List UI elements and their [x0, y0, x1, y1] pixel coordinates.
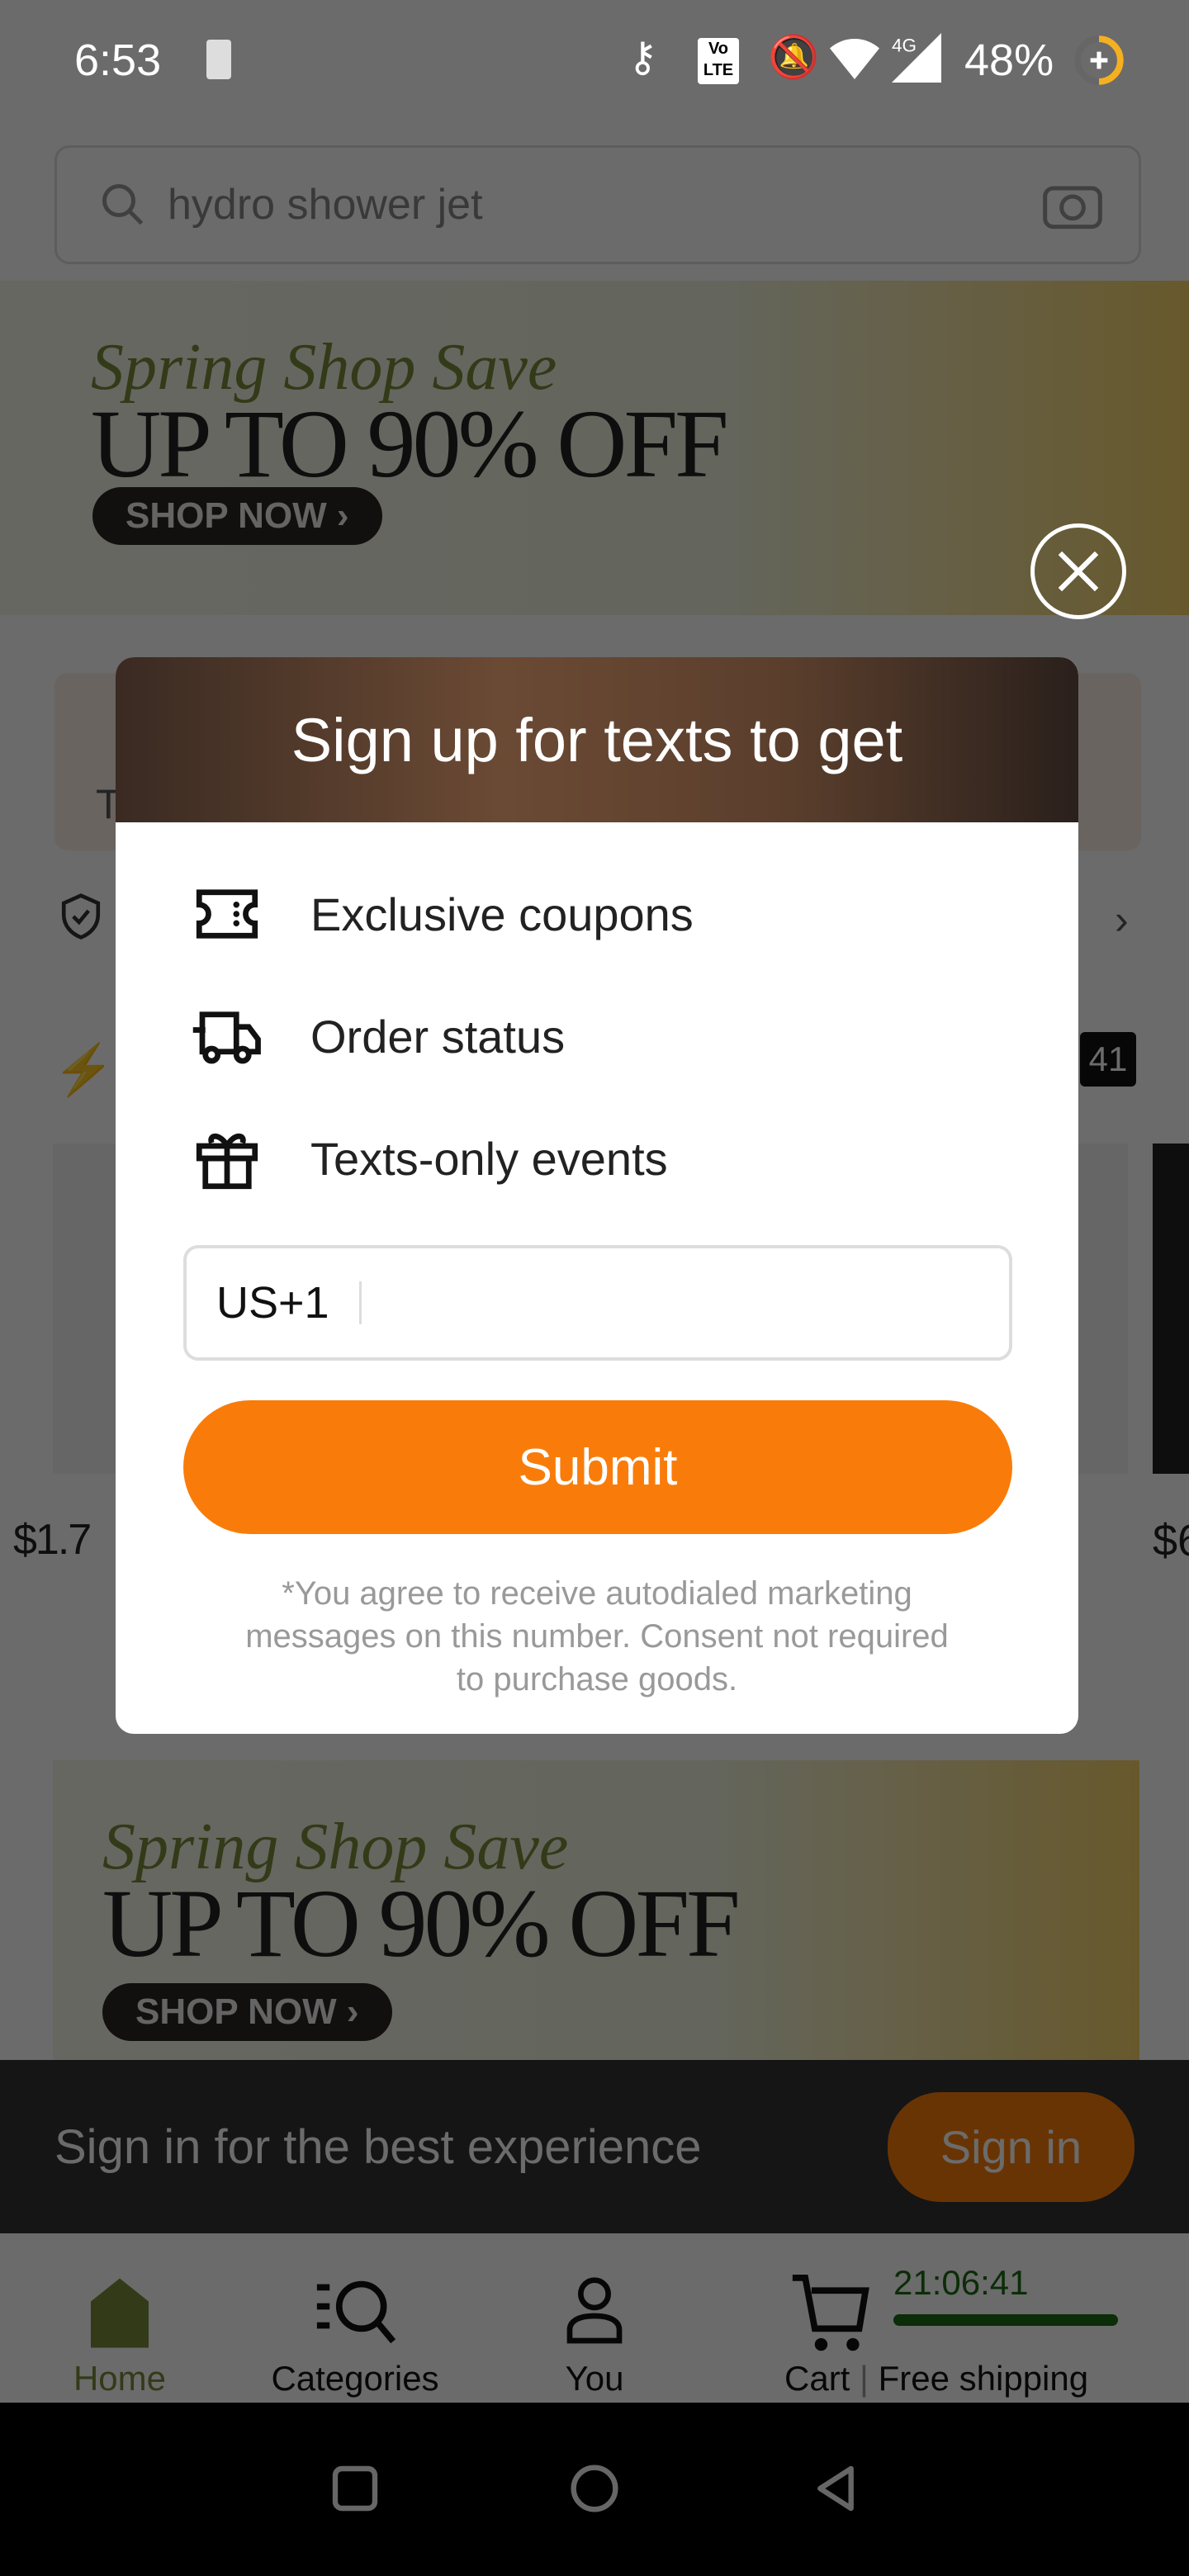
coupon-icon: [196, 889, 258, 939]
shield-icon: [58, 892, 104, 945]
bell-off-icon: 🔕: [768, 34, 820, 80]
banner-headline: UP TO 90% OFF: [91, 390, 729, 498]
shipping-timer: 21:06:41: [893, 2263, 1029, 2302]
nav-you[interactable]: You: [528, 2233, 661, 2398]
product-price: $1.7: [13, 1516, 92, 1564]
flash-icon: ⚡: [53, 1042, 115, 1097]
submit-button[interactable]: Submit: [183, 1400, 1012, 1534]
country-code[interactable]: US+1: [216, 1277, 329, 1328]
home-icon: [91, 2278, 149, 2348]
shop-now-button[interactable]: SHOP NOW ›: [92, 487, 382, 545]
user-icon: [566, 2277, 623, 2344]
modal-header: Sign up for texts to get: [116, 657, 1078, 822]
nav-home[interactable]: Home: [50, 2233, 190, 2398]
signal-icon: 4G: [892, 33, 941, 83]
close-modal-button[interactable]: [1030, 523, 1126, 619]
bottom-nav: Home Categories You 21:06:41 Cart | Free…: [0, 2233, 1189, 2403]
product-price: $6: [1153, 1516, 1189, 1565]
categories-icon: [316, 2280, 396, 2344]
clock: 6:53: [74, 36, 162, 85]
truck-icon: [192, 1011, 261, 1064]
phone-input[interactable]: US+1: [183, 1245, 1012, 1361]
search-placeholder: hydro shower jet: [168, 181, 483, 229]
gift-icon: [196, 1133, 258, 1190]
home-button-icon[interactable]: [568, 2462, 621, 2515]
battery-percent: 48%: [964, 36, 1054, 85]
consent-disclaimer: *You agree to receive autodialed marketi…: [245, 1575, 949, 1698]
divider: [358, 1281, 362, 1324]
benefit-item: Order status: [190, 999, 565, 1073]
benefit-item: Texts-only events: [190, 1121, 668, 1196]
shop-now-button[interactable]: SHOP NOW ›: [102, 1983, 392, 2041]
nav-categories[interactable]: Categories: [264, 2233, 446, 2398]
camera-icon[interactable]: [1040, 176, 1106, 234]
close-icon: [1058, 551, 1099, 592]
signin-bar: Sign in for the best experience Sign in: [0, 2060, 1189, 2233]
volte-icon: Vo LTE: [698, 38, 739, 84]
recents-icon[interactable]: [329, 2462, 381, 2515]
system-nav-bar: [0, 2403, 1189, 2576]
battery-saver-icon: [1074, 36, 1124, 85]
shipping-progress: [893, 2314, 1118, 2326]
wifi-icon: [830, 39, 879, 79]
nav-cart[interactable]: 21:06:41 Cart | Free shipping: [784, 2233, 1118, 2398]
promo-banner[interactable]: Spring Shop Save UP TO 90% OFF SHOP NOW …: [0, 281, 1189, 615]
download-icon: [206, 40, 231, 79]
chevron-right-icon[interactable]: ›: [1115, 896, 1129, 944]
back-icon[interactable]: [809, 2462, 862, 2515]
sms-signup-modal: Sign up for texts to get Exclusive coupo…: [116, 657, 1078, 1734]
status-bar: 6:53 ⚷ Vo LTE 🔕 4G 48%: [0, 0, 1189, 124]
svg-text:4G: 4G: [892, 36, 917, 56]
banner-headline: UP TO 90% OFF: [102, 1869, 741, 1977]
benefit-item: Exclusive coupons: [190, 877, 694, 951]
search-bar[interactable]: hydro shower jet: [54, 145, 1141, 264]
cart-icon: [792, 2275, 869, 2351]
countdown-badge: 41: [1080, 1032, 1136, 1087]
sign-in-button[interactable]: Sign in: [887, 2091, 1135, 2202]
search-icon: [102, 184, 144, 225]
signin-prompt: Sign in for the best experience: [54, 2119, 702, 2174]
key-icon: ⚷: [628, 34, 658, 80]
modal-title: Sign up for texts to get: [291, 705, 903, 774]
product-image[interactable]: [1153, 1144, 1189, 1474]
free-shipping-label: Free shipping: [878, 2359, 1089, 2398]
